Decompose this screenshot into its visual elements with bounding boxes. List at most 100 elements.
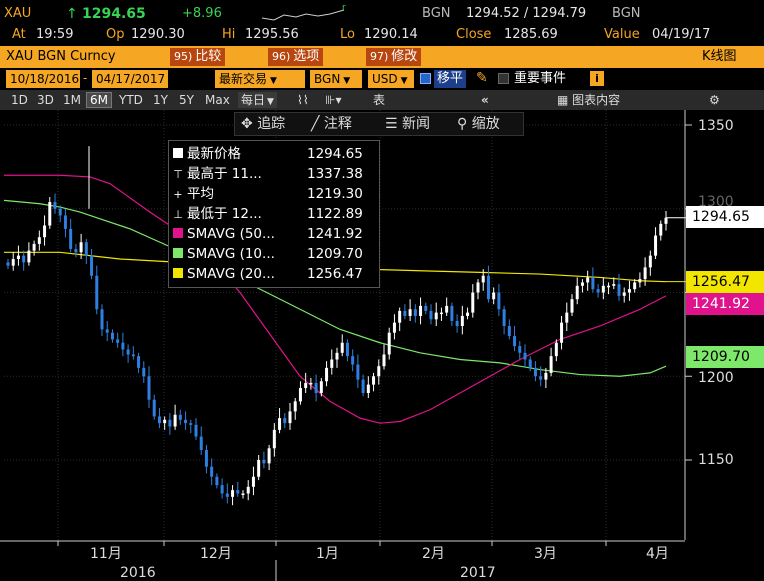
candle-body (486, 275, 490, 300)
legend-label: 最低于 12... (187, 206, 262, 222)
compare-label: 比较 (195, 49, 222, 64)
y-tick-label: 1150 (698, 452, 734, 468)
range-ytd[interactable]: YTD (116, 92, 146, 108)
range-1d[interactable]: 1D (8, 92, 31, 108)
last-price: 1294.65 (82, 6, 146, 22)
candle-body (539, 376, 543, 380)
legend-label: 平均 (187, 186, 214, 202)
ticker[interactable]: XAU (4, 6, 31, 22)
chart-content-icon: ▦ (557, 93, 573, 107)
security-name[interactable]: XAU BGN Curncy (6, 49, 116, 65)
candle-body (147, 376, 151, 400)
move-checkbox[interactable] (420, 73, 431, 84)
candle-body (424, 305, 428, 311)
info-icon[interactable]: i (590, 71, 604, 86)
legend-label: 最高于 11... (187, 166, 262, 182)
high-marker-icon: ⊤ (173, 168, 183, 181)
range-6m[interactable]: 6M (86, 92, 112, 108)
period-select[interactable]: 每日 ▼ (238, 92, 277, 108)
legend-value: 1219.30 (307, 186, 363, 202)
news-label: 新闻 (402, 116, 431, 132)
candle-body (278, 418, 282, 430)
pencil-icon[interactable]: ✎ (476, 70, 488, 86)
candle-body (612, 284, 616, 286)
candle-body (502, 309, 506, 326)
candle-body (533, 367, 537, 377)
currency-select[interactable]: USD ▼ (368, 70, 414, 88)
candle-body (330, 359, 334, 368)
candle-chart-icon[interactable]: ⊪▾ (322, 92, 344, 108)
legend-label: SMAVG (50... (187, 226, 275, 242)
candle-body (325, 367, 329, 382)
candle-body (544, 372, 548, 380)
zoom-button[interactable]: ⚲ 缩放 (457, 115, 500, 133)
candle-body (53, 202, 57, 209)
candle-body (471, 292, 475, 313)
candle-body (586, 277, 590, 283)
date-from-input[interactable]: 10/18/2016 (6, 70, 80, 88)
candle-body (627, 289, 631, 293)
chart-content-label: 图表内容 (572, 93, 621, 107)
price-type-value: 最新交易 (219, 72, 268, 86)
candle-body (607, 285, 611, 288)
events-label: 重要事件 (514, 71, 567, 86)
price-type-select[interactable]: 最新交易 ▼ (215, 70, 305, 88)
candle-body (293, 401, 297, 412)
candle-body (382, 354, 386, 367)
annotate-button[interactable]: ╱ 注释 (311, 115, 352, 133)
candle-body (434, 312, 438, 320)
candle-body (560, 322, 564, 343)
compare-button[interactable]: 95) 比较 (170, 48, 226, 66)
candle-body (63, 215, 67, 229)
candle-body (251, 476, 255, 487)
candle-body (231, 490, 235, 497)
legend-value: 1209.70 (307, 246, 363, 262)
candle-body (392, 322, 396, 333)
collapse-left-icon[interactable]: « (478, 92, 492, 108)
legend-swatch (173, 148, 183, 158)
range-1y[interactable]: 1Y (150, 92, 171, 108)
edit-hotkey: 97) (370, 50, 389, 63)
sma200-price-label: 1256.47 (686, 271, 764, 293)
candle-body (492, 292, 496, 300)
candle-body (199, 436, 203, 450)
candle-body (152, 399, 156, 417)
source-select[interactable]: BGN ▼ (310, 70, 362, 88)
chart-content-button[interactable]: ▦ 图表内容 (554, 92, 623, 108)
open-value: 1290.30 (131, 27, 185, 42)
table-button[interactable]: 表 (370, 92, 388, 108)
legend-row: SMAVG (20... 1256.47 (173, 265, 363, 283)
chart-area[interactable]: ✥ 追踪 ╱ 注释 ☰ 新闻 ⚲ 缩放 最新价格 1294.65 ⊤ 最高于 11.… (0, 110, 764, 581)
zoom-label: 缩放 (471, 116, 500, 132)
track-button[interactable]: ✥ 追踪 (241, 115, 285, 133)
chart-legend: 最新价格 1294.65 ⊤ 最高于 11... 1337.38 + 平均 1219.30… (168, 140, 380, 288)
range-3d[interactable]: 3D (34, 92, 57, 108)
date-separator: - (83, 71, 88, 85)
range-1m[interactable]: 1M (60, 92, 84, 108)
candle-body (638, 279, 642, 283)
line-chart-icon[interactable]: ⌇⌇ (294, 92, 312, 108)
gear-icon[interactable]: ⚙ (706, 92, 723, 108)
candle-body (340, 342, 344, 353)
chart-type-label: K线图 (702, 49, 737, 64)
candle-body (37, 237, 41, 244)
options-button[interactable]: 96) 选项 (268, 48, 324, 66)
candle-body (528, 359, 532, 368)
date-to-input[interactable]: 04/17/2017 (92, 70, 168, 88)
currency-value: USD (372, 72, 398, 86)
legend-value: 1256.47 (307, 266, 363, 282)
edit-button[interactable]: 97) 修改 (366, 48, 422, 66)
candle-body (210, 466, 214, 477)
candle-body (262, 460, 266, 464)
news-button[interactable]: ☰ 新闻 (385, 115, 430, 133)
candle-body (601, 285, 605, 293)
range-max[interactable]: Max (202, 92, 233, 108)
range-5y[interactable]: 5Y (176, 92, 197, 108)
candle-body (95, 275, 99, 310)
options-label: 选项 (293, 49, 320, 64)
candle-body (351, 356, 355, 365)
x-year-label: 2017 (460, 565, 496, 581)
events-checkbox[interactable] (498, 73, 509, 84)
y-tick-label: 1200 (698, 370, 734, 386)
price-chart[interactable] (0, 110, 764, 581)
